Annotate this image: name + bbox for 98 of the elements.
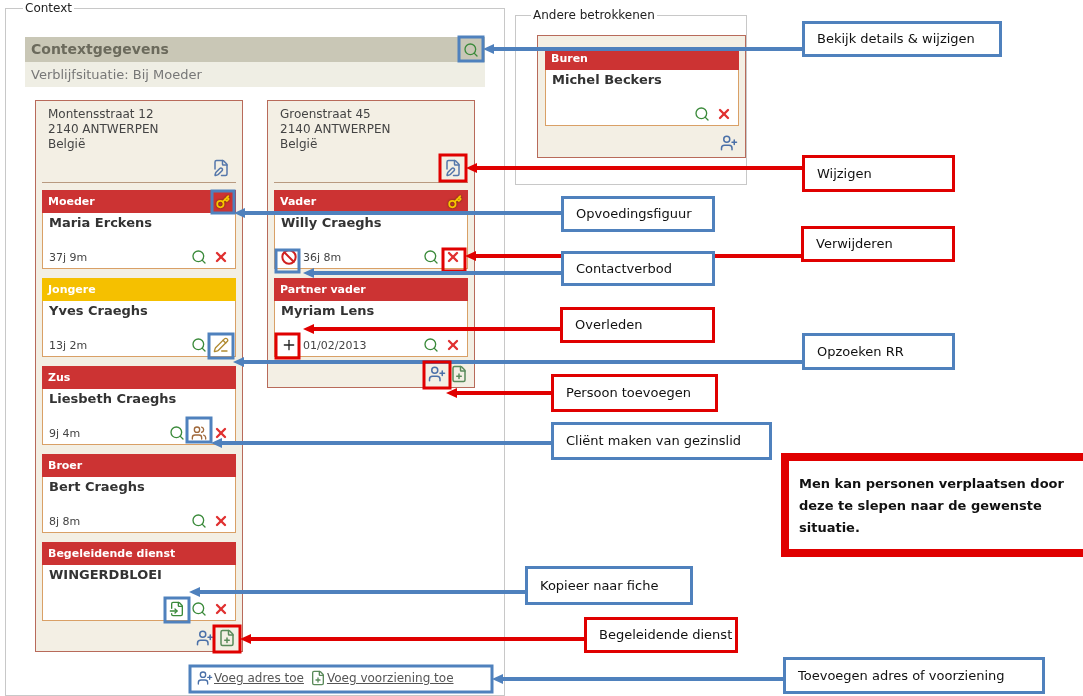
person-detail: 8j 8m xyxy=(49,514,81,528)
delete-icon[interactable] xyxy=(445,249,461,265)
delete-icon[interactable] xyxy=(213,425,229,441)
callout-label: Cliënt maken van gezinslid xyxy=(551,422,772,460)
highlight-frame xyxy=(207,332,235,360)
role-label: Zus xyxy=(48,371,71,384)
address-line: België xyxy=(280,137,319,152)
address-line: België xyxy=(48,137,87,152)
person-card[interactable]: Myriam Lens 01/02/2013 xyxy=(274,301,468,357)
highlight-frame xyxy=(457,35,485,63)
role-label: Begeleidende dienst xyxy=(48,547,176,560)
add-document-icon[interactable] xyxy=(218,629,236,647)
document-pencil-icon[interactable] xyxy=(212,159,230,177)
cross-icon xyxy=(281,337,297,353)
search-plus-icon[interactable] xyxy=(423,249,439,265)
delete-icon[interactable] xyxy=(213,601,229,617)
role-label: Moeder xyxy=(48,195,95,208)
highlight-frame xyxy=(441,247,467,273)
role-label: Jongere xyxy=(48,283,96,296)
search-plus-icon[interactable] xyxy=(463,41,479,58)
callout-label: Toevoegen adres of voorziening xyxy=(783,657,1045,694)
person-name: Michel Beckers xyxy=(552,72,663,88)
person-detail: 36j 8m xyxy=(303,250,342,264)
search-plus-icon[interactable] xyxy=(191,249,207,265)
person-card[interactable]: Willy Craeghs 36j 8m xyxy=(274,213,468,269)
search-plus-icon[interactable] xyxy=(694,106,710,122)
person-card[interactable]: Maria Erckens 37j 9m xyxy=(42,213,236,269)
person-name: Yves Craeghs xyxy=(49,303,149,319)
summary-title: Contextgegevens xyxy=(31,40,169,59)
person-card[interactable]: Michel Beckers xyxy=(545,70,739,126)
highlight-frame xyxy=(438,153,468,183)
add-person-icon[interactable] xyxy=(197,670,213,686)
delete-icon[interactable] xyxy=(213,513,229,529)
add-link[interactable]: Voeg adres toe xyxy=(197,670,304,686)
callout-label: Kopieer naar fiche xyxy=(525,566,693,605)
person-detail: 37j 9m xyxy=(49,250,88,264)
add-person-icon[interactable] xyxy=(428,365,446,383)
highlight-frame xyxy=(185,416,213,444)
summary-subtitle: Verblijfsituatie: Bij Moeder xyxy=(30,65,203,84)
search-plus-icon[interactable] xyxy=(423,337,439,353)
add-link[interactable]: Voeg voorziening toe xyxy=(309,670,454,686)
address-line: Groenstraat 45 xyxy=(280,107,372,122)
highlight-frame xyxy=(163,596,191,624)
person-detail: 9j 4m xyxy=(49,426,81,440)
address-line: 2140 ANTWERPEN xyxy=(280,122,392,137)
search-plus-icon[interactable] xyxy=(169,425,185,441)
highlight-frame xyxy=(274,332,301,360)
callout-label: Opzoeken RR xyxy=(802,333,955,370)
role-label: Buren xyxy=(551,52,588,65)
key-icon[interactable] xyxy=(448,194,462,209)
callout-label: Wijzigen xyxy=(802,155,955,192)
callout-label: Overleden xyxy=(560,307,715,343)
callout-label: Persoon toevoegen xyxy=(551,374,718,412)
role-label: Partner vader xyxy=(280,283,366,296)
panel-legend: Andere betrokkenen xyxy=(531,7,657,23)
person-name: Liesbeth Craeghs xyxy=(49,391,178,407)
add-person-icon[interactable] xyxy=(720,134,738,152)
add-person-icon[interactable] xyxy=(196,629,214,647)
note-callout: Men kan personen verplaatsen door deze te slepen naar de gewenste situatie. xyxy=(781,453,1083,557)
delete-icon[interactable] xyxy=(213,249,229,265)
role-label: Vader xyxy=(280,195,317,208)
callout-label: Bekijk details & wijzigen xyxy=(802,21,1002,57)
delete-icon[interactable] xyxy=(716,106,732,122)
prohibited-icon xyxy=(281,249,297,265)
key-icon[interactable] xyxy=(216,194,230,209)
panel-legend: Context xyxy=(23,0,74,16)
person-name: Maria Erckens xyxy=(49,215,153,231)
document-arrow-icon[interactable] xyxy=(169,601,185,617)
document-pencil-icon[interactable] xyxy=(444,159,462,177)
person-name: Bert Craeghs xyxy=(49,479,146,495)
people-icon[interactable] xyxy=(191,425,207,441)
address-line: Montensstraat 12 xyxy=(48,107,155,122)
add-document-icon[interactable] xyxy=(450,365,468,383)
callout-label: Opvoedingsfiguur xyxy=(561,196,715,232)
person-name: WINGERDBLOEI xyxy=(49,567,163,583)
person-card[interactable]: Bert Craeghs 8j 8m xyxy=(42,477,236,533)
delete-icon[interactable] xyxy=(445,337,461,353)
callout-label: Verwijderen xyxy=(801,226,955,262)
highlight-frame xyxy=(210,189,236,215)
highlight-frame xyxy=(212,624,242,654)
search-plus-icon[interactable] xyxy=(191,337,207,353)
callout-label: Begeleidende dienst xyxy=(584,617,738,653)
search-plus-icon[interactable] xyxy=(191,601,207,617)
highlight-frame xyxy=(274,248,301,274)
callout-label: Contactverbod xyxy=(561,251,715,286)
pencil-note-icon[interactable] xyxy=(213,337,229,353)
person-name: Myriam Lens xyxy=(281,303,376,319)
person-card[interactable]: Yves Craeghs 13j 2m xyxy=(42,301,236,357)
person-detail: 13j 2m xyxy=(49,338,88,352)
add-document-icon[interactable] xyxy=(309,670,326,686)
person-name: Willy Craeghs xyxy=(281,215,383,231)
search-plus-icon[interactable] xyxy=(191,513,207,529)
person-detail: 01/02/2013 xyxy=(303,338,367,352)
role-label: Broer xyxy=(48,459,83,472)
address-line: 2140 ANTWERPEN xyxy=(48,122,160,137)
person-card[interactable]: Liesbeth Craeghs 9j 4m xyxy=(42,389,236,445)
highlight-frame xyxy=(422,360,452,390)
person-card[interactable]: WINGERDBLOEI xyxy=(42,565,236,621)
